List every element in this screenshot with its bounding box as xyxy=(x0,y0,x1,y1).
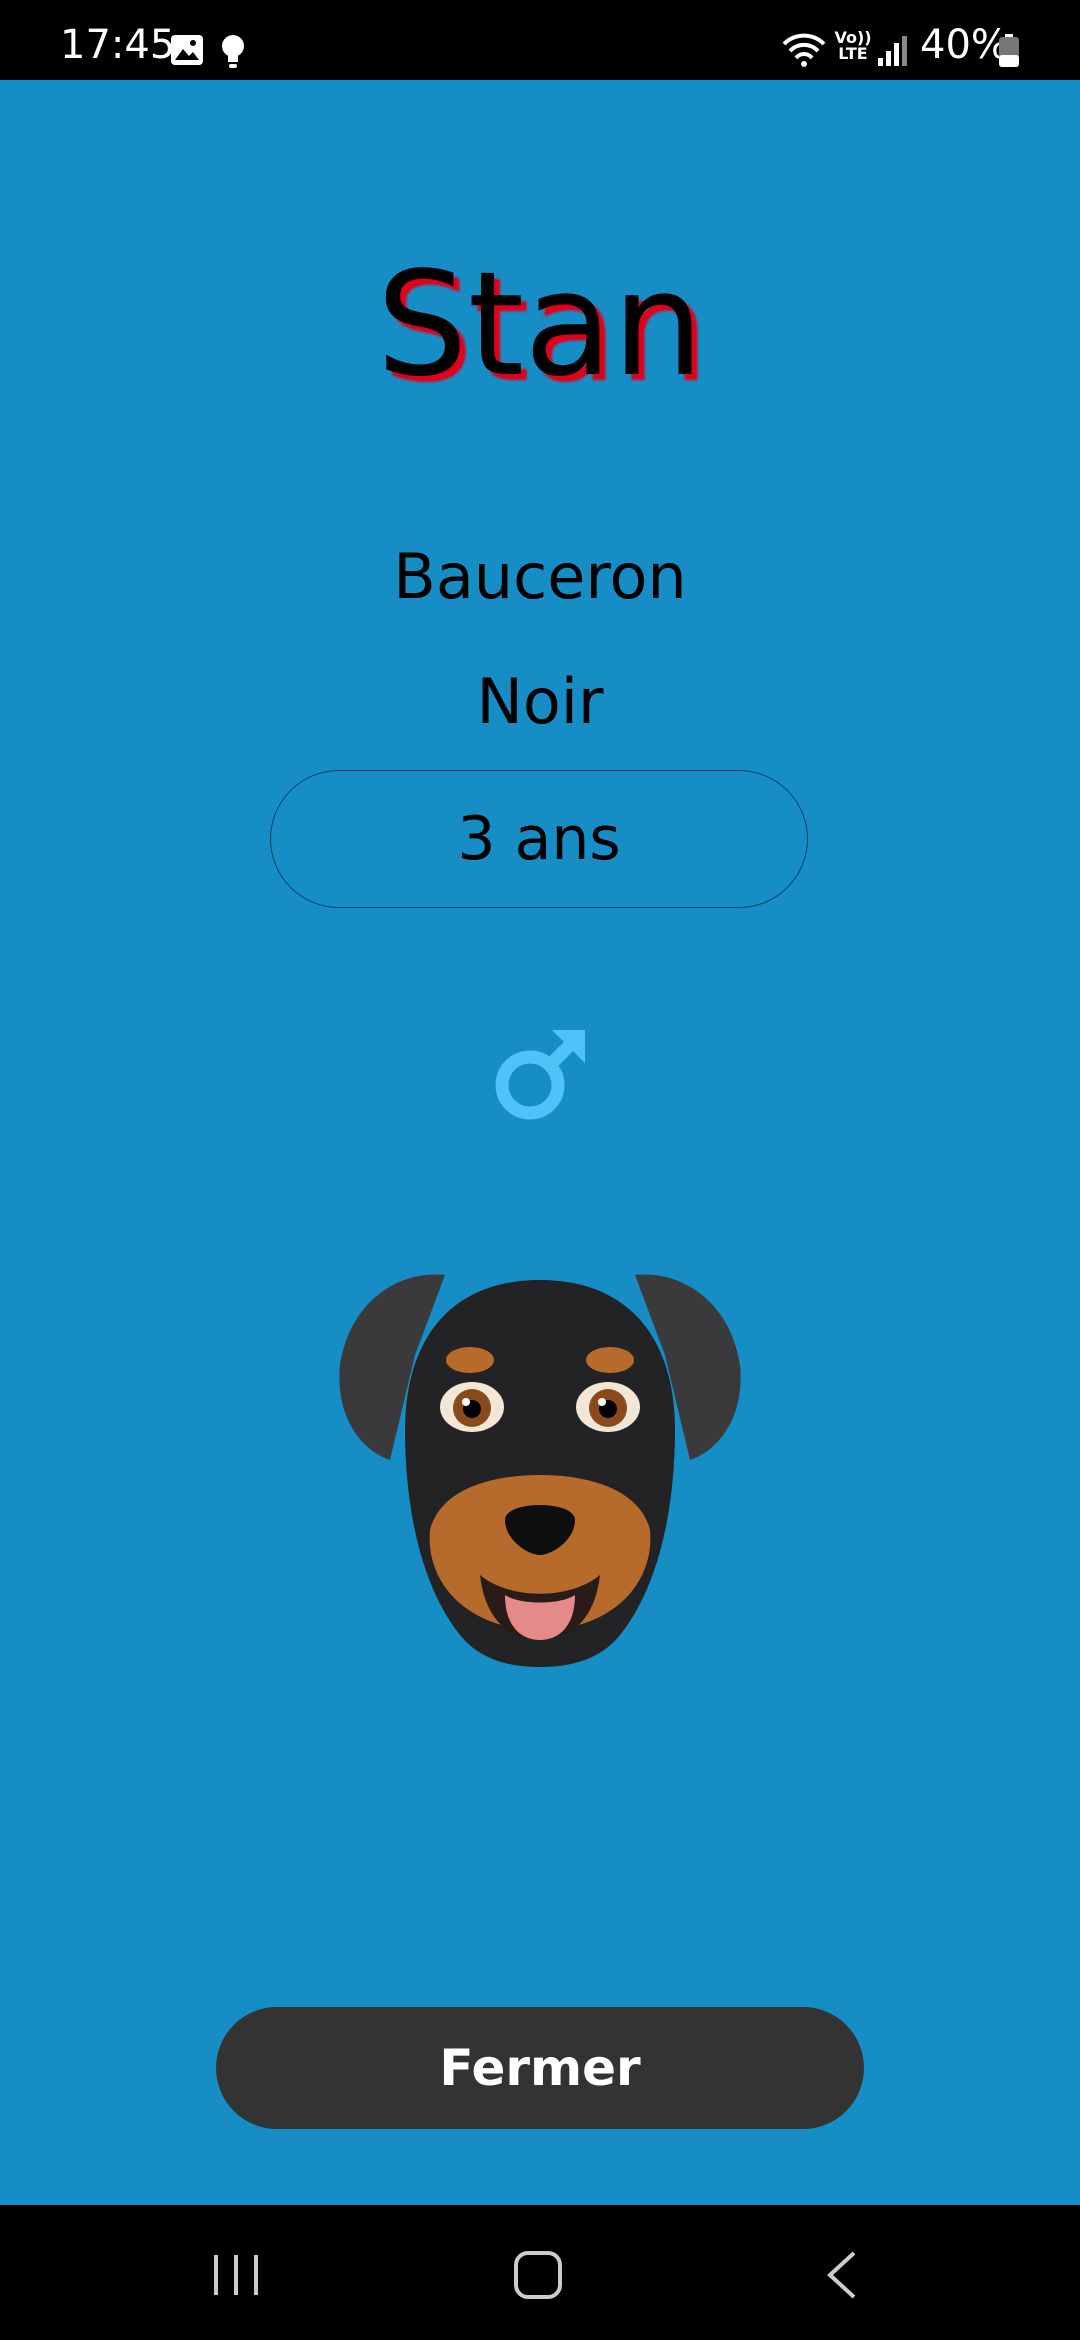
age-field[interactable]: 3 ans xyxy=(270,770,808,908)
age-value: 3 ans xyxy=(457,804,621,874)
home-icon[interactable] xyxy=(512,2249,564,2301)
battery-percent: 40% xyxy=(920,22,1009,68)
gallery-notification-icon xyxy=(171,35,203,65)
dog-avatar-icon xyxy=(339,1274,741,1667)
status-time: 17:45 xyxy=(60,22,176,68)
status-bar: 17:45 Vo)) LTE 40% xyxy=(0,0,1080,80)
close-button[interactable]: Fermer xyxy=(216,2007,864,2129)
battery-icon xyxy=(999,34,1019,67)
male-symbol-icon xyxy=(495,1030,585,1120)
volte-indicator: Vo)) LTE xyxy=(834,28,872,63)
signal-icon xyxy=(878,36,907,66)
pet-breed: Bauceron xyxy=(393,540,687,613)
recent-apps-icon[interactable] xyxy=(210,2253,262,2297)
pet-name: Stan xyxy=(376,240,704,408)
pet-color: Noir xyxy=(476,665,604,738)
wifi-icon xyxy=(782,33,826,67)
lightbulb-notification-icon xyxy=(222,35,244,68)
navigation-bar xyxy=(0,2205,1080,2340)
back-icon[interactable] xyxy=(822,2249,862,2301)
